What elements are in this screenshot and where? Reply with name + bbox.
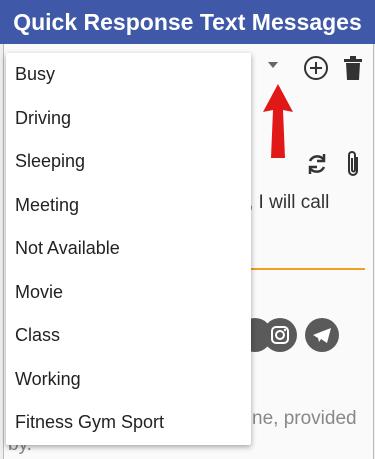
dropdown-item-not-available[interactable]: Not Available <box>6 227 251 271</box>
dropdown-item-working[interactable]: Working <box>6 358 251 402</box>
dropdown-item-busy[interactable]: Busy <box>6 53 251 97</box>
dropdown-item-class[interactable]: Class <box>6 314 251 358</box>
dropdown-caret-icon[interactable] <box>266 58 280 72</box>
message-field-underline <box>250 268 365 270</box>
app-banner: Quick Response Text Messages <box>0 0 375 44</box>
trash-icon[interactable] <box>339 54 367 82</box>
dropdown-item-driving[interactable]: Driving <box>6 97 251 141</box>
dropdown-item-meeting[interactable]: Meeting <box>6 184 251 228</box>
instagram-icon[interactable] <box>263 318 297 352</box>
add-circle-icon[interactable] <box>302 54 330 82</box>
telegram-icon[interactable] <box>305 318 339 352</box>
paperclip-icon[interactable] <box>340 148 366 180</box>
dropdown-item-fitness-gym-sport[interactable]: Fitness Gym Sport <box>6 401 251 445</box>
dropdown-item-sleeping[interactable]: Sleeping <box>6 140 251 184</box>
red-pointer-arrow-icon <box>261 82 295 160</box>
banner-title: Quick Response Text Messages <box>13 8 362 35</box>
footer-text-fragment: ne, provided <box>252 408 357 429</box>
refresh-icon[interactable] <box>303 150 331 178</box>
message-text-fragment: , I will call <box>248 192 330 213</box>
dropdown-item-movie[interactable]: Movie <box>6 271 251 315</box>
quick-response-dropdown[interactable]: Busy Driving Sleeping Meeting Not Availa… <box>6 53 251 445</box>
